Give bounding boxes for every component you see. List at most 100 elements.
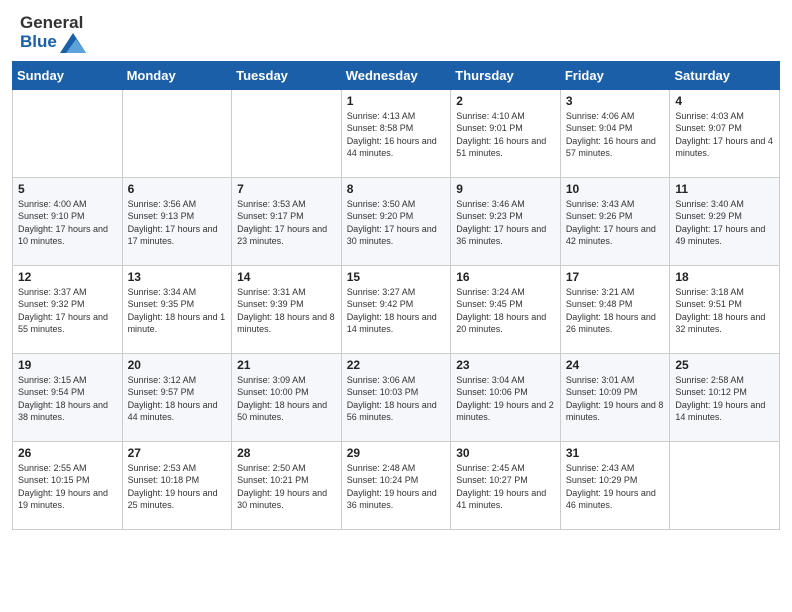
day-info: Sunrise: 4:03 AMSunset: 9:07 PMDaylight:… <box>675 110 774 160</box>
day-number: 13 <box>128 270 227 284</box>
calendar-cell: 28 Sunrise: 2:50 AMSunset: 10:21 PMDaylig… <box>232 441 342 529</box>
logo-blue: Blue <box>20 33 57 52</box>
calendar-cell <box>122 89 232 177</box>
header-day-friday: Friday <box>560 61 670 89</box>
calendar-cell <box>232 89 342 177</box>
week-row-5: 26 Sunrise: 2:55 AMSunset: 10:15 PMDaylig… <box>13 441 780 529</box>
calendar-cell <box>13 89 123 177</box>
calendar-table: SundayMondayTuesdayWednesdayThursdayFrid… <box>12 61 780 530</box>
day-info: Sunrise: 3:43 AMSunset: 9:26 PMDaylight:… <box>566 198 665 248</box>
calendar-cell: 19 Sunrise: 3:15 AMSunset: 9:54 PMDayligh… <box>13 353 123 441</box>
day-info: Sunrise: 3:15 AMSunset: 9:54 PMDaylight:… <box>18 374 117 424</box>
day-info: Sunrise: 3:12 AMSunset: 9:57 PMDaylight:… <box>128 374 227 424</box>
calendar-cell: 31Sunrise: 2:43 AMSunset: 10:29 PMDaylig… <box>560 441 670 529</box>
header-day-sunday: Sunday <box>13 61 123 89</box>
day-number: 19 <box>18 358 117 372</box>
day-number: 3 <box>566 94 665 108</box>
logo-icon <box>60 33 86 53</box>
day-info: Sunrise: 2:50 AMSunset: 10:21 PMDaylight… <box>237 462 336 512</box>
day-number: 18 <box>675 270 774 284</box>
day-info: Sunrise: 3:56 AMSunset: 9:13 PMDaylight:… <box>128 198 227 248</box>
day-number: 28 <box>237 446 336 460</box>
calendar-cell: 7 Sunrise: 3:53 AMSunset: 9:17 PMDaylight… <box>232 177 342 265</box>
calendar-wrapper: SundayMondayTuesdayWednesdayThursdayFrid… <box>0 61 792 540</box>
day-number: 4 <box>675 94 774 108</box>
week-row-3: 12 Sunrise: 3:37 AMSunset: 9:32 PMDayligh… <box>13 265 780 353</box>
day-number: 6 <box>128 182 227 196</box>
day-info: Sunrise: 3:21 AMSunset: 9:48 PMDaylight:… <box>566 286 665 336</box>
calendar-body: 1 Sunrise: 4:13 AMSunset: 8:58 PMDaylight… <box>13 89 780 529</box>
calendar-cell: 22 Sunrise: 3:06 AMSunset: 10:03 PMDaylig… <box>341 353 451 441</box>
day-number: 29 <box>347 446 446 460</box>
header-day-thursday: Thursday <box>451 61 561 89</box>
day-info: Sunrise: 4:00 AMSunset: 9:10 PMDaylight:… <box>18 198 117 248</box>
day-info: Sunrise: 2:58 AMSunset: 10:12 PMDaylight… <box>675 374 774 424</box>
day-number: 26 <box>18 446 117 460</box>
calendar-cell: 16Sunrise: 3:24 AMSunset: 9:45 PMDayligh… <box>451 265 561 353</box>
day-number: 24 <box>566 358 665 372</box>
day-number: 8 <box>347 182 446 196</box>
calendar-cell: 13 Sunrise: 3:34 AMSunset: 9:35 PMDayligh… <box>122 265 232 353</box>
calendar-cell: 15 Sunrise: 3:27 AMSunset: 9:42 PMDayligh… <box>341 265 451 353</box>
week-row-2: 5Sunrise: 4:00 AMSunset: 9:10 PMDaylight… <box>13 177 780 265</box>
day-number: 1 <box>347 94 446 108</box>
calendar-cell: 21Sunrise: 3:09 AMSunset: 10:00 PMDaylig… <box>232 353 342 441</box>
logo: General Blue <box>20 14 86 53</box>
day-number: 30 <box>456 446 555 460</box>
calendar-header: SundayMondayTuesdayWednesdayThursdayFrid… <box>13 61 780 89</box>
day-info: Sunrise: 3:31 AMSunset: 9:39 PMDaylight:… <box>237 286 336 336</box>
calendar-cell: 2 Sunrise: 4:10 AMSunset: 9:01 PMDaylight… <box>451 89 561 177</box>
calendar-cell: 3Sunrise: 4:06 AMSunset: 9:04 PMDaylight… <box>560 89 670 177</box>
calendar-cell <box>670 441 780 529</box>
day-info: Sunrise: 4:10 AMSunset: 9:01 PMDaylight:… <box>456 110 555 160</box>
day-info: Sunrise: 3:09 AMSunset: 10:00 PMDaylight… <box>237 374 336 424</box>
day-number: 23 <box>456 358 555 372</box>
calendar-cell: 17 Sunrise: 3:21 AMSunset: 9:48 PMDayligh… <box>560 265 670 353</box>
calendar-cell: 4 Sunrise: 4:03 AMSunset: 9:07 PMDaylight… <box>670 89 780 177</box>
day-info: Sunrise: 3:37 AMSunset: 9:32 PMDaylight:… <box>18 286 117 336</box>
day-number: 12 <box>18 270 117 284</box>
calendar-cell: 8 Sunrise: 3:50 AMSunset: 9:20 PMDaylight… <box>341 177 451 265</box>
day-info: Sunrise: 3:40 AMSunset: 9:29 PMDaylight:… <box>675 198 774 248</box>
day-info: Sunrise: 2:45 AMSunset: 10:27 PMDaylight… <box>456 462 555 512</box>
header-day-tuesday: Tuesday <box>232 61 342 89</box>
week-row-1: 1 Sunrise: 4:13 AMSunset: 8:58 PMDaylight… <box>13 89 780 177</box>
day-info: Sunrise: 3:34 AMSunset: 9:35 PMDaylight:… <box>128 286 227 336</box>
day-number: 16 <box>456 270 555 284</box>
day-number: 7 <box>237 182 336 196</box>
day-info: Sunrise: 3:06 AMSunset: 10:03 PMDaylight… <box>347 374 446 424</box>
day-info: Sunrise: 3:18 AMSunset: 9:51 PMDaylight:… <box>675 286 774 336</box>
day-info: Sunrise: 4:13 AMSunset: 8:58 PMDaylight:… <box>347 110 446 160</box>
calendar-cell: 12 Sunrise: 3:37 AMSunset: 9:32 PMDayligh… <box>13 265 123 353</box>
day-number: 17 <box>566 270 665 284</box>
header-day-saturday: Saturday <box>670 61 780 89</box>
day-info: Sunrise: 3:04 AMSunset: 10:06 PMDaylight… <box>456 374 555 424</box>
day-number: 2 <box>456 94 555 108</box>
day-number: 14 <box>237 270 336 284</box>
calendar-cell: 24 Sunrise: 3:01 AMSunset: 10:09 PMDaylig… <box>560 353 670 441</box>
day-info: Sunrise: 3:50 AMSunset: 9:20 PMDaylight:… <box>347 198 446 248</box>
day-info: Sunrise: 3:01 AMSunset: 10:09 PMDaylight… <box>566 374 665 424</box>
week-row-4: 19 Sunrise: 3:15 AMSunset: 9:54 PMDayligh… <box>13 353 780 441</box>
day-info: Sunrise: 2:55 AMSunset: 10:15 PMDaylight… <box>18 462 117 512</box>
page-header: General Blue <box>0 0 792 61</box>
calendar-cell: 25 Sunrise: 2:58 AMSunset: 10:12 PMDaylig… <box>670 353 780 441</box>
day-number: 10 <box>566 182 665 196</box>
calendar-cell: 26 Sunrise: 2:55 AMSunset: 10:15 PMDaylig… <box>13 441 123 529</box>
calendar-cell: 20Sunrise: 3:12 AMSunset: 9:57 PMDayligh… <box>122 353 232 441</box>
logo-general: General <box>20 14 83 33</box>
day-info: Sunrise: 3:27 AMSunset: 9:42 PMDaylight:… <box>347 286 446 336</box>
calendar-cell: 14 Sunrise: 3:31 AMSunset: 9:39 PMDayligh… <box>232 265 342 353</box>
day-number: 11 <box>675 182 774 196</box>
day-number: 25 <box>675 358 774 372</box>
day-number: 15 <box>347 270 446 284</box>
calendar-cell: 1 Sunrise: 4:13 AMSunset: 8:58 PMDaylight… <box>341 89 451 177</box>
day-number: 9 <box>456 182 555 196</box>
calendar-cell: 11 Sunrise: 3:40 AMSunset: 9:29 PMDayligh… <box>670 177 780 265</box>
day-number: 22 <box>347 358 446 372</box>
calendar-cell: 29Sunrise: 2:48 AMSunset: 10:24 PMDaylig… <box>341 441 451 529</box>
day-info: Sunrise: 3:53 AMSunset: 9:17 PMDaylight:… <box>237 198 336 248</box>
calendar-cell: 5Sunrise: 4:00 AMSunset: 9:10 PMDaylight… <box>13 177 123 265</box>
day-number: 31 <box>566 446 665 460</box>
calendar-cell: 9Sunrise: 3:46 AMSunset: 9:23 PMDaylight… <box>451 177 561 265</box>
